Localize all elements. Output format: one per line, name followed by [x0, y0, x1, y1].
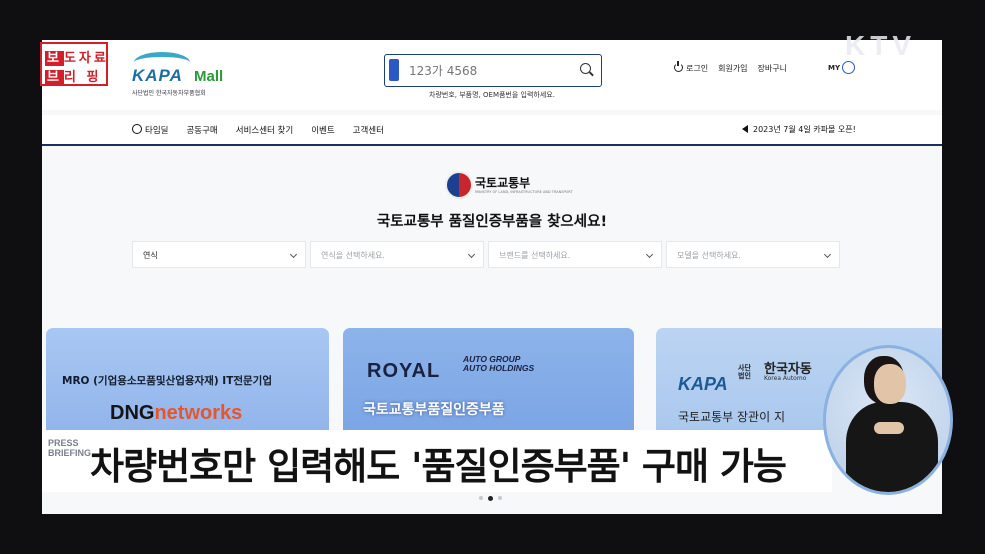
brief-char-2: 브 [45, 70, 64, 85]
news-caption-bar: PRESS BRIEFING 차량번호만 입력해도 '품질인증부품' 구매 가능 [42, 430, 832, 492]
signup-link[interactable]: 회원가입 [718, 63, 747, 74]
menu-customer-center[interactable]: 고객센터 [353, 124, 384, 136]
vehicle-filter-selects: 연식 연식을 선택하세요. 브랜드를 선택하세요. 모델을 선택하세요. [132, 241, 840, 268]
year-select[interactable]: 연식 [132, 241, 306, 268]
royal-logo-text: ROYAL [367, 360, 441, 382]
logo-subtitle: 사단법인 한국자동차부품협회 [132, 90, 206, 97]
carousel-dot-active[interactable] [488, 495, 493, 501]
brief-row-2: 브리 핑 [45, 66, 101, 85]
press-line: PRESS [48, 438, 79, 448]
interpreter-hands [874, 422, 904, 434]
royal-group-text: AUTO GROUP AUTO HOLDINGS [463, 355, 534, 373]
search-hint: 차량번호, 부품명, OEM품번을 입력하세요. [429, 91, 555, 99]
chevron-down-icon [645, 250, 654, 259]
my-smile-icon[interactable] [842, 61, 855, 74]
license-plate-icon [389, 59, 399, 81]
interpreter-head [874, 364, 906, 404]
menu-timedeal[interactable]: 타임딜 [132, 124, 168, 136]
brand-select[interactable]: 브랜드를 선택하세요. [488, 241, 662, 268]
brief-text-2: 리 핑 [63, 70, 102, 85]
speaker-icon [742, 125, 748, 133]
banner-kapa-line: 국토교통부 장관이 지 [678, 410, 785, 424]
notice-ticker[interactable]: 2023년 7월 4일 카파몰 오픈! [742, 124, 856, 135]
search-input[interactable] [407, 61, 571, 81]
banner-royal-auto[interactable]: ROYAL AUTO GROUP AUTO HOLDINGS 국토교통부품질인증부… [343, 328, 634, 438]
carousel-dot[interactable] [479, 496, 483, 500]
dng-networks-logo: DNGnetworks [110, 402, 242, 425]
search-icon[interactable] [580, 63, 591, 74]
chevron-down-icon [467, 250, 476, 259]
year-value-label: 연식을 선택하세요. [321, 251, 385, 260]
carousel-dot[interactable] [498, 496, 502, 500]
notice-text: 2023년 7월 4일 카파몰 오픈! [753, 125, 856, 134]
plate-search-box[interactable] [384, 54, 602, 87]
dng-text: DNG [110, 402, 155, 424]
brief-text-1: 도자료 [63, 51, 109, 66]
carousel-dots [479, 495, 502, 501]
caption-text: 차량번호만 입력해도 '품질인증부품' 구매 가능 [90, 445, 787, 488]
model-select-label: 모델을 선택하세요. [677, 251, 741, 260]
main-menu-bar: 타임딜 공동구매 서비스센터 찾기 이벤트 고객센터 2023년 7월 4일 카… [42, 115, 942, 146]
menu-group-buy[interactable]: 공동구매 [186, 124, 217, 136]
chevron-down-icon [823, 250, 832, 259]
my-link[interactable]: MY [828, 64, 840, 72]
chevron-down-icon [289, 250, 298, 259]
banner-dng-tagline: MRO (기업용소모품및산업용자재) IT전문기업 [62, 375, 272, 387]
menu-list: 타임딜 공동구매 서비스센터 찾기 이벤트 고객센터 [132, 124, 384, 136]
press-briefing-label: PRESS BRIEFING [48, 438, 91, 458]
year-select-label: 연식 [143, 251, 158, 260]
ministry-name-en: MINISTRY OF LAND, INFRASTRUCTURE AND TRA… [475, 190, 573, 194]
banner-kapa-assoc: 사단 법인 [738, 364, 751, 380]
government-emblem-icon [445, 171, 473, 199]
logo-kapa-text: KAPA [132, 66, 183, 85]
year-value-select[interactable]: 연식을 선택하세요. [310, 241, 484, 268]
login-link[interactable]: 로그인 [674, 61, 709, 74]
ktv-channel-logo: KTV [845, 30, 916, 61]
menu-service-center[interactable]: 서비스센터 찾기 [236, 124, 293, 136]
page-heading: 국토교통부 품질인증부품을 찾으세요! [376, 214, 608, 230]
networks-text: networks [154, 402, 243, 424]
ministry-name: 국토교통부 [475, 176, 531, 190]
brand-select-label: 브랜드를 선택하세요. [499, 251, 571, 260]
login-label: 로그인 [686, 64, 709, 73]
top-nav: 로그인 회원가입 장바구니 [674, 61, 787, 74]
menu-timedeal-label: 타임딜 [145, 126, 169, 136]
kapa-mall-logo[interactable]: KAPA Mall 사단법인 한국자동차부품협회 [130, 50, 250, 97]
royal-group-line2: AUTO HOLDINGS [463, 363, 535, 373]
clock-icon [132, 124, 142, 134]
model-select[interactable]: 모델을 선택하세요. [666, 241, 840, 268]
brief-char-1: 보 [45, 51, 64, 66]
logo-mall-text: Mall [194, 68, 224, 85]
menu-event[interactable]: 이벤트 [311, 124, 334, 136]
banner-dng-networks[interactable]: MRO (기업용소모품및산업용자재) IT전문기업 DNGnetworks [46, 328, 329, 438]
sign-language-interpreter [823, 345, 953, 495]
cart-link[interactable]: 장바구니 [758, 63, 787, 74]
press-briefing-badge: 보 도자료 브리 핑 [40, 42, 108, 86]
brief-row-1: 보 도자료 [45, 47, 109, 66]
power-icon [674, 61, 683, 72]
banner-quality-text: 국토교통부품질인증부품 [363, 402, 505, 418]
site-header: KAPA Mall 사단법인 한국자동차부품협회 차량번호, 부품명, OEM품… [42, 40, 942, 110]
interpreter-body [846, 402, 938, 492]
assoc-line1: 사단 [738, 364, 751, 372]
assoc-line2: 법인 [738, 372, 751, 380]
briefing-line: BRIEFING [48, 448, 92, 458]
banner-kapa-name-en: Korea Automo [764, 375, 807, 382]
banner-kapa-logo: KAPA [678, 374, 728, 394]
